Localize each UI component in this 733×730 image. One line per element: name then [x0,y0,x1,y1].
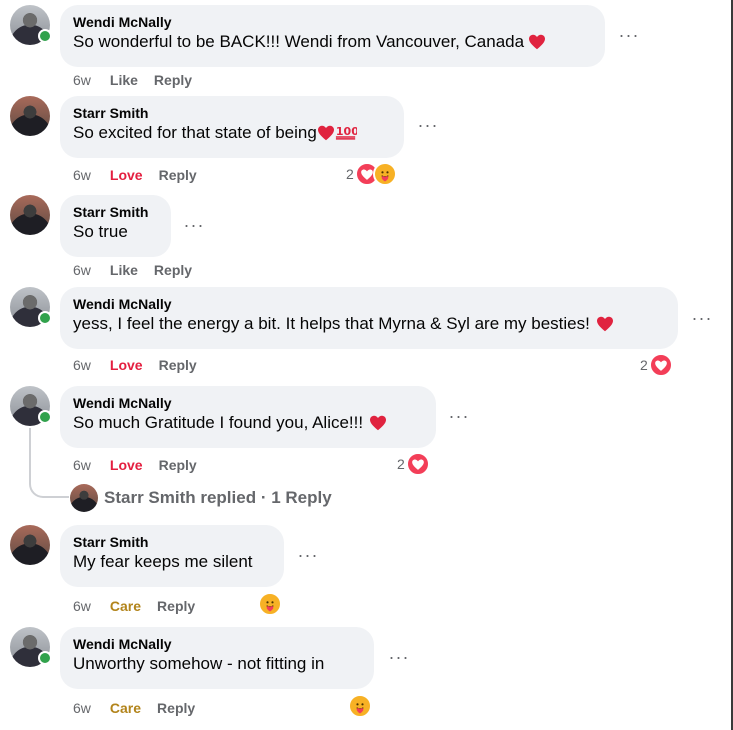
more-options-icon[interactable]: ··· [387,648,411,668]
comment-text: Unworthy somehow - not fitting in [73,654,325,673]
red-heart-icon [596,316,613,332]
care-reaction-icon [258,592,282,616]
comment-bubble: Wendi McNally So wonderful to be BACK!!!… [60,5,605,67]
comment-author[interactable]: Wendi McNally [73,394,423,412]
reply-button[interactable]: Reply [159,167,197,183]
view-replies-link[interactable]: Starr Smith replied · 1 Reply [70,484,332,512]
online-status-icon [38,311,52,325]
avatar[interactable] [10,195,50,235]
care-button[interactable]: Care [110,700,141,716]
more-options-icon[interactable]: ··· [690,309,714,329]
reply-button[interactable]: Reply [154,262,192,278]
avatar[interactable] [10,525,50,565]
avatar[interactable] [10,96,50,136]
avatar[interactable] [10,5,52,45]
comment-text: yess, I feel the energy a bit. It helps … [73,313,665,335]
reply-thread-line [29,428,69,498]
care-reaction-icon [372,162,397,186]
red-heart-icon [529,34,546,50]
online-status-icon [38,651,52,665]
more-options-icon[interactable]: ··· [296,546,320,566]
reaction-summary[interactable]: 2 [640,353,673,377]
comment-actions: 6w Love Reply [73,166,213,184]
avatar[interactable] [10,386,52,426]
reaction-summary[interactable] [347,694,372,718]
love-button[interactable]: Love [110,167,143,183]
reply-button[interactable]: Reply [159,457,197,473]
comment-text: So true [73,222,128,241]
svg-text:100: 100 [336,125,357,138]
reaction-count: 2 [346,166,354,182]
comment-actions: 6w Care Reply [73,597,211,615]
comment-text: So much Gratitude I found you, Alice!!! [73,412,423,434]
love-reaction-icon [648,353,673,377]
hundred-points-icon: 100 [336,125,359,140]
reply-button[interactable]: Reply [157,598,195,614]
comment-text-body: So much Gratitude I found you, Alice!!! [73,413,364,432]
comment-text-body: So wonderful to be BACK!!! Wendi from Va… [73,32,525,51]
reaction-count: 2 [640,357,648,373]
care-button[interactable]: Care [110,598,141,614]
avatar [70,484,98,512]
comment-author[interactable]: Starr Smith [73,104,391,122]
comment-timestamp[interactable]: 6w [73,72,91,88]
red-heart-icon [317,125,334,141]
comment-timestamp[interactable]: 6w [73,167,91,183]
comment-text: My fear keeps me silent [73,552,253,571]
comment-author[interactable]: Wendi McNally [73,295,665,313]
reaction-count: 2 [397,456,405,472]
view-replies-label: Starr Smith replied · 1 Reply [104,488,332,507]
comment-text-body: yess, I feel the energy a bit. It helps … [73,314,590,333]
comment-timestamp[interactable]: 6w [73,598,91,614]
comment-bubble: Starr Smith My fear keeps me silent [60,525,284,587]
more-options-icon[interactable]: ··· [617,26,641,46]
reply-button[interactable]: Reply [157,700,195,716]
comment-timestamp[interactable]: 6w [73,357,91,373]
comment-author[interactable]: Starr Smith [73,533,271,551]
comment-bubble: Wendi McNally So much Gratitude I found … [60,386,436,448]
avatar[interactable] [10,287,52,327]
comment-bubble: Starr Smith So excited for that state of… [60,96,404,158]
comment-text: So wonderful to be BACK!!! Wendi from Va… [73,31,592,53]
comment-actions: 6w Love Reply [73,456,213,474]
comment-timestamp[interactable]: 6w [73,457,91,473]
comment-text-body: So excited for that state of being [73,123,317,142]
like-button[interactable]: Like [110,72,138,88]
reaction-summary[interactable]: 2 [346,162,397,186]
love-button[interactable]: Love [110,357,143,373]
reaction-summary[interactable] [257,592,282,616]
avatar[interactable] [10,627,52,667]
comment-timestamp[interactable]: 6w [73,262,91,278]
red-heart-icon [370,415,387,431]
love-button[interactable]: Love [110,457,143,473]
comment-actions: 6w Like Reply [73,71,208,89]
comment-bubble: Wendi McNally Unworthy somehow - not fit… [60,627,374,689]
online-status-icon [38,410,52,424]
care-reaction-icon [348,694,372,718]
more-options-icon[interactable]: ··· [447,407,471,427]
reply-button[interactable]: Reply [154,72,192,88]
comment-actions: 6w Love Reply [73,356,213,374]
online-status-icon [38,29,52,43]
reaction-summary[interactable]: 2 [397,452,430,476]
comment-author[interactable]: Wendi McNally [73,13,592,31]
like-button[interactable]: Like [110,262,138,278]
comment-author[interactable]: Wendi McNally [73,635,361,653]
comment-actions: 6w Care Reply [73,699,211,717]
reply-button[interactable]: Reply [159,357,197,373]
comment-actions: 6w Like Reply [73,261,208,279]
comment-author[interactable]: Starr Smith [73,203,158,221]
comment-text: So excited for that state of being 100 [73,122,391,144]
more-options-icon[interactable]: ··· [182,216,206,236]
more-options-icon[interactable]: ··· [416,116,440,136]
comment-bubble: Starr Smith So true [60,195,171,257]
love-reaction-icon [405,452,430,476]
comment-bubble: Wendi McNally yess, I feel the energy a … [60,287,678,349]
comment-timestamp[interactable]: 6w [73,700,91,716]
